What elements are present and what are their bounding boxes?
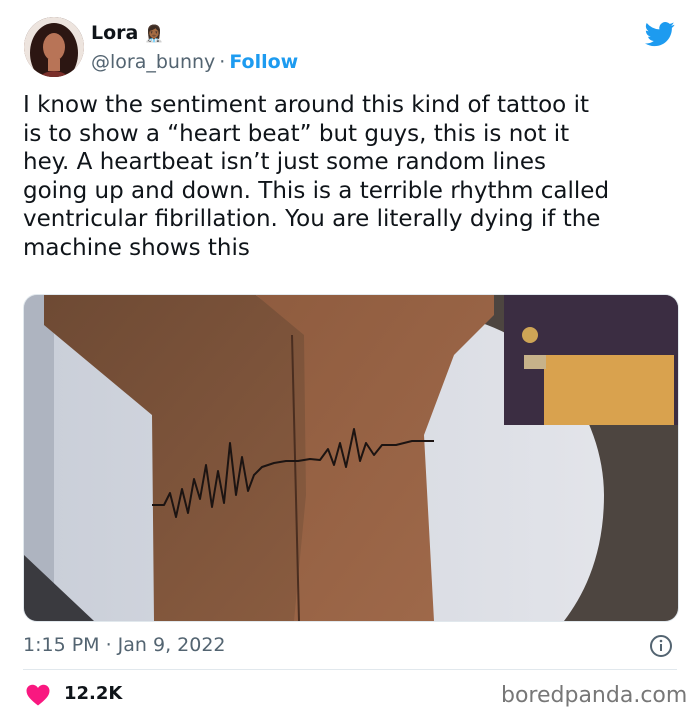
author-handle-row: @lora_bunny · Follow <box>91 51 298 73</box>
author-emoji: 👩🏾‍⚕️ <box>144 23 165 43</box>
avatar[interactable] <box>24 17 84 77</box>
tweet-photo[interactable] <box>23 294 679 622</box>
author-name-row: Lora 👩🏾‍⚕️ <box>91 22 164 44</box>
divider <box>23 669 677 670</box>
author-handle[interactable]: @lora_bunny <box>91 51 215 73</box>
twitter-bird-icon[interactable] <box>643 19 677 49</box>
handle-separator: · <box>219 51 226 73</box>
author-name[interactable]: Lora <box>91 22 138 44</box>
info-icon[interactable] <box>649 634 673 658</box>
watermark: boredpanda.com <box>501 683 688 708</box>
tweet-timestamp[interactable]: 1:15 PM · Jan 9, 2022 <box>23 634 226 656</box>
heart-icon[interactable] <box>26 684 50 706</box>
like-count: 12.2K <box>64 683 123 704</box>
tweet-text: I know the sentiment around this kind of… <box>23 92 610 261</box>
follow-button[interactable]: Follow <box>229 51 298 73</box>
